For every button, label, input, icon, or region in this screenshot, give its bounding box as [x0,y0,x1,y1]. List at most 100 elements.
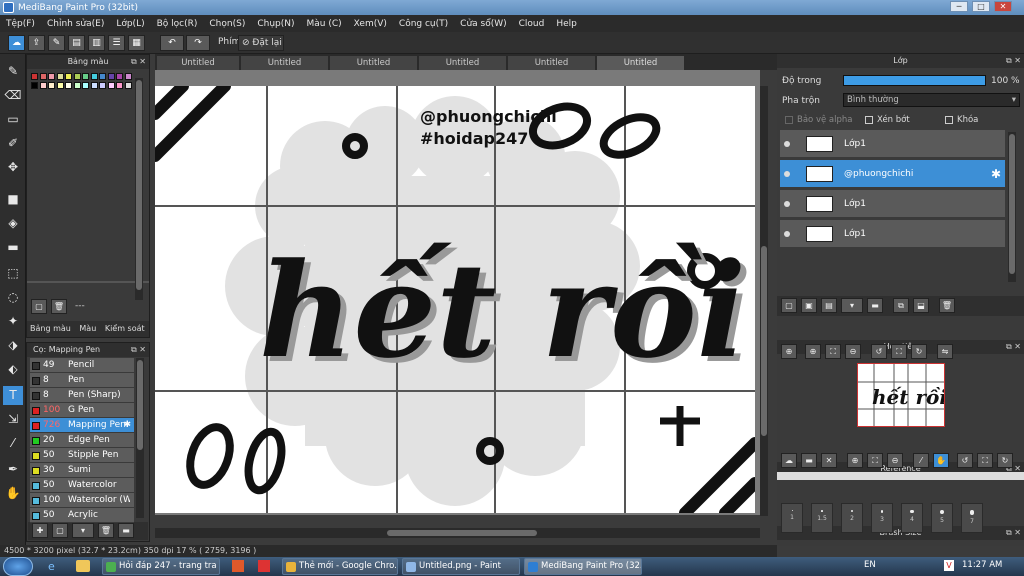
share-icon[interactable]: ⇪ [28,35,45,51]
comment-icon[interactable]: ✎ [48,35,65,51]
brush-tool-icon[interactable]: ✎ [3,62,23,81]
color-swatch[interactable] [99,82,106,89]
color-swatch[interactable] [124,82,132,89]
app-icon-red[interactable] [258,560,270,572]
color-swatch[interactable] [99,73,106,80]
menu-file[interactable]: Tệp(F) [0,19,41,29]
zoom-in-icon[interactable]: ⊕ [781,344,797,359]
brush-item[interactable]: 49 Pencil [30,358,134,373]
canvas-area[interactable]: @phuongchichi #hoidap247 hết rồi hết rồi [155,70,760,515]
reference-eyedropper-icon[interactable]: ⁄ [913,453,929,468]
taskbar-item[interactable]: Thẻ mới - Google Chro... [282,558,398,575]
color-swatch[interactable] [107,73,115,80]
doc-tab[interactable]: Untitled [419,56,507,70]
taskbar-item-active[interactable]: MediBang Paint Pro (32... [524,558,642,575]
fill-rect-icon[interactable]: ■ [3,190,23,209]
reference-rotate-left-icon[interactable]: ↺ [957,453,973,468]
cloud-icon[interactable]: ☁ [8,35,25,51]
brush-size-cell[interactable]: 2 [841,503,863,533]
brush-item[interactable]: 50 Acrylic [30,508,134,523]
brush-item[interactable]: 50 Stipple Pen [30,448,134,463]
rotate-right-icon[interactable]: ↻ [911,344,927,359]
layer-menu-icon[interactable]: ▾ [841,298,863,313]
taskbar-item[interactable]: Hỏi đáp 247 - trang tra ... [102,558,220,575]
reference-close-icon[interactable]: ✕ [821,453,837,468]
color-swatch[interactable] [73,82,81,89]
palette-scrollbar[interactable] [135,78,143,300]
blend-select[interactable]: Bình thường ▾ [843,93,1020,107]
media-icon[interactable] [232,560,244,572]
dot-brush-icon[interactable]: ✐ [3,134,23,153]
color-swatch[interactable] [48,73,55,80]
eraser-icon[interactable]: ⌫ [3,86,23,105]
reference-fit-window-icon[interactable]: ⛶ [977,453,993,468]
panel-close-icon[interactable]: ⧉ ✕ [1006,54,1021,68]
taskbar-item[interactable]: Untitled.png - Paint [402,558,520,575]
menu-edit[interactable]: Chỉnh sửa(E) [41,19,110,29]
color-swatch[interactable] [90,82,98,89]
canvas-hscroll[interactable] [155,528,760,538]
undo-button[interactable]: ↶ [160,35,184,51]
close-button[interactable]: ✕ [994,1,1012,12]
brush-item[interactable]: 8 Pen (Sharp) [30,388,134,403]
ie-icon[interactable]: e [48,560,62,573]
delete-layer-icon[interactable]: 🗑 [939,298,955,313]
gear-icon[interactable]: ✱ [123,418,131,433]
duplicate-layer-icon[interactable]: ⧉ [893,298,909,313]
menu-view[interactable]: Xem(V) [348,19,393,29]
clipping-checkbox[interactable] [865,116,873,124]
color-swatch[interactable] [56,73,64,80]
maximize-button[interactable]: □ [972,1,990,12]
text-icon[interactable]: T [3,386,23,405]
magic-wand-icon[interactable]: ✦ [3,312,23,331]
brush-size-cell[interactable]: 1 [781,503,803,533]
new-halftone-layer-icon[interactable]: ▣ [801,298,817,313]
menu-filter[interactable]: Bộ lọc(R) [151,19,204,29]
rectangle-icon[interactable]: ▭ [3,110,23,129]
reference-hand-icon[interactable]: ✋ [933,453,949,468]
panel-close-icon[interactable]: ⧉ ✕ [131,55,146,69]
protect-alpha-checkbox[interactable] [785,116,793,124]
brush-size-cell[interactable]: 1.5 [811,503,833,533]
menu-window[interactable]: Cửa sổ(W) [454,19,512,29]
add-page-icon[interactable]: ▢ [31,299,47,314]
eye-icon[interactable] [784,201,790,207]
brush-item[interactable]: 8 Pen [30,373,134,388]
layer-folder-icon[interactable]: ▬ [867,298,883,313]
brush-scrollbar[interactable] [136,358,144,518]
color-swatch[interactable] [107,82,115,89]
color-swatch[interactable] [82,82,89,89]
hand-icon[interactable]: ✋ [3,484,23,503]
color-swatch[interactable] [56,82,64,89]
language-indicator[interactable]: EN [864,560,876,570]
page-icon[interactable]: ▤ [68,35,85,51]
pen-icon[interactable]: ✒ [3,460,23,479]
layer-item[interactable]: Lớp1 [780,130,1005,158]
color-swatch[interactable] [31,82,38,89]
menu-select[interactable]: Chọn(S) [203,19,251,29]
menu-tools[interactable]: Công cụ(T) [393,19,454,29]
reference-view[interactable] [777,472,1024,480]
eye-icon[interactable] [784,171,790,177]
select-rect-icon[interactable]: ⬚ [3,264,23,283]
color-swatch[interactable] [124,73,132,80]
menu-color[interactable]: Màu (C) [301,19,348,29]
zoom-in2-icon[interactable]: ⊕ [805,344,821,359]
merge-layer-icon[interactable]: ⬓ [913,298,929,313]
fit-icon[interactable]: ⛶ [825,344,841,359]
brush-size-cell[interactable]: 3 [871,503,893,533]
doc-tab[interactable]: Untitled [330,56,418,70]
brush-size-cell[interactable]: 5 [931,503,953,533]
reference-zoom-out-icon[interactable]: ⊖ [887,453,903,468]
zoom-out-icon[interactable]: ⊖ [845,344,861,359]
reference-fit-icon[interactable]: ⛶ [867,453,883,468]
gear-icon[interactable]: ✱ [991,160,1001,188]
doc-tab[interactable]: Untitled [508,56,596,70]
color-swatch[interactable] [90,73,98,80]
eyedropper-icon[interactable]: ⁄ [3,434,23,453]
delete-icon[interactable]: 🗑 [51,299,67,314]
menu-layer[interactable]: Lớp(L) [110,19,150,29]
document-icon[interactable]: ▥ [88,35,105,51]
color-swatch[interactable] [116,73,123,80]
doc-tab-active[interactable]: Untitled [597,56,685,70]
